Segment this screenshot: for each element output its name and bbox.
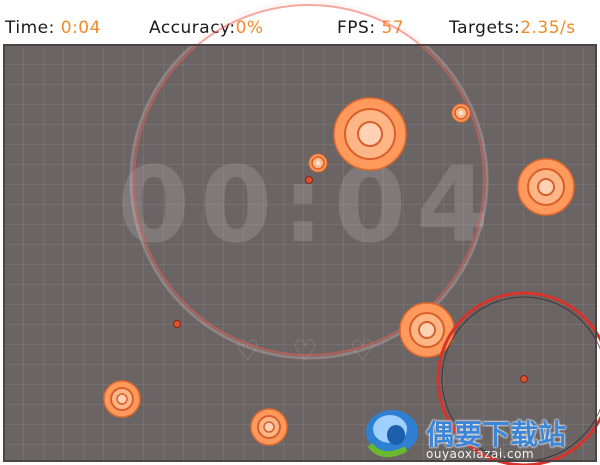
watermark-logo-icon — [366, 410, 418, 458]
spawning-target[interactable] — [173, 320, 181, 328]
game-layer — [103, 0, 600, 465]
crosshair-dot — [520, 375, 528, 383]
spawning-target[interactable] — [305, 176, 313, 184]
watermark-url: ouyaoxiazai.com — [426, 447, 535, 461]
target[interactable] — [399, 302, 455, 358]
target[interactable] — [103, 380, 141, 418]
watermark: 偶要下载站 ouyaoxiazai.com — [360, 405, 600, 465]
target[interactable] — [451, 103, 471, 123]
target[interactable] — [308, 153, 328, 173]
target[interactable] — [250, 408, 288, 446]
target[interactable] — [517, 158, 575, 216]
target[interactable] — [333, 97, 407, 171]
